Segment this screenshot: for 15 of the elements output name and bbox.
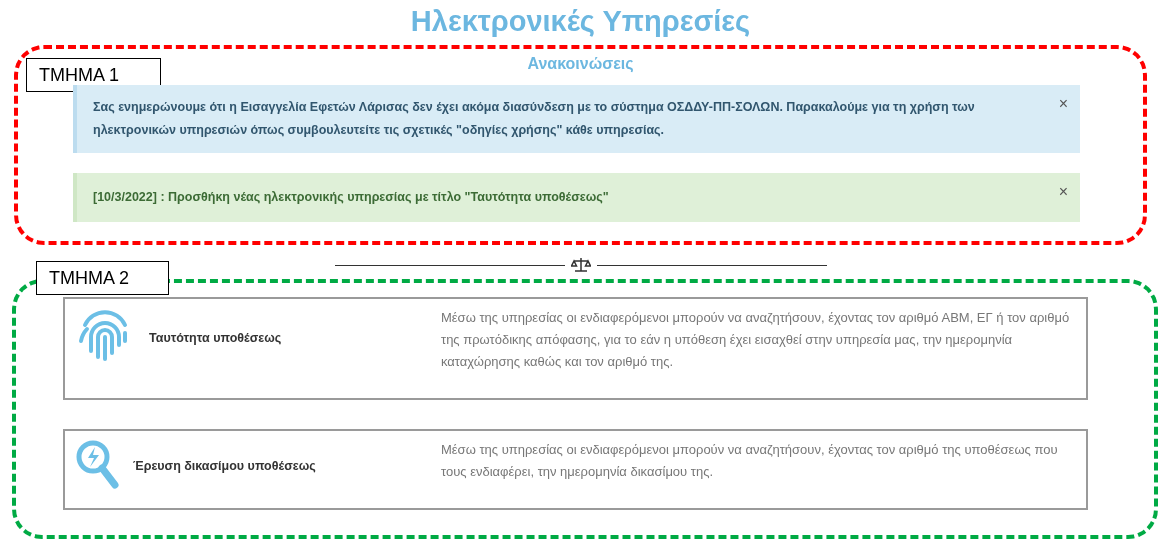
service-description: Μέσω της υπηρεσίας οι ενδιαφερόμενοι μπορούν να αναζητήσουν, έχοντας τον αριθμό της υποθέσεως που τους ενδιαφέρει, την ημερομηνία δικασίμου της.: [441, 441, 1059, 481]
service-card[interactable]: [63, 297, 1088, 400]
service-name[interactable]: Ταυτότητα υποθέσεως: [149, 331, 282, 345]
alert-text: Σας ενημερώνουμε ότι η Εισαγγελία Εφετών Λάρισας δεν έχει ακόμα διασύνδεση με το σύστημα ΟΣΔΔΥ-ΠΠ-ΣΟΛΩΝ. Παρακαλούμε για τη χρήση των ηλεκτρονικών υπηρεσιών όπως συμβουλευτείτε τις σχετικές "οδηγίες χρήσης" κάθε υπηρεσίας.: [93, 100, 975, 137]
announcements-heading: Ανακοινώσεις: [526, 55, 635, 73]
page-title: Ηλεκτρονικές Υπηρεσίες: [409, 4, 752, 38]
close-button[interactable]: ×: [1058, 183, 1068, 201]
section-label: ΤΜΗΜΑ 2: [36, 261, 169, 295]
close-button[interactable]: ×: [1058, 95, 1068, 113]
service-description: Μέσω της υπηρεσίας οι ενδιαφερόμενοι μπορούν να αναζητήσουν, έχοντας τον αριθμό ΑΒΜ, ΕΓ ή τον αριθμό της πρωτόδικης απόφασης, για το εάν η υπόθεση έχει εισαχθεί στην υπηρεσία μας, την ημερομηνία καταχώρησης καθώς και τον αριθμό της.: [441, 309, 1071, 371]
search-icon: [75, 439, 119, 491]
alert-text: [10/3/2022] : Προσθήκη νέας ηλεκτρονικής υπηρεσίας με τίτλο "Ταυτότητα υποθέσεως": [93, 190, 609, 204]
service-card[interactable]: Έρευση δικασίμου υποθέσεως Μέσω της υπηρεσίας οι ενδιαφερόμενοι μπορούν να αναζητήσουν, έχοντας τον αριθμό της υποθέσεως που τους ενδιαφέρει, την ημερομηνία δικασίμου της.: [63, 429, 1088, 510]
service-name[interactable]: Έρευση δικασίμου υποθέσεως: [133, 459, 316, 473]
scales-icon: [570, 257, 591, 273]
